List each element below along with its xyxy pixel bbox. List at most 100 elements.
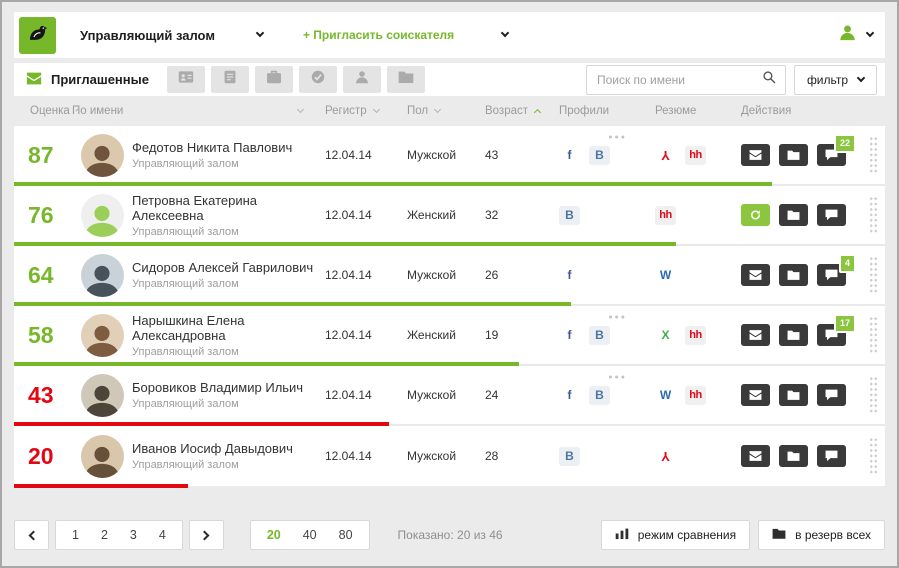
- app-logo[interactable]: [19, 16, 56, 54]
- mail-action-button[interactable]: [741, 324, 770, 346]
- chevron-down-icon: [255, 28, 265, 38]
- column-score[interactable]: Оценка: [14, 105, 80, 117]
- next-page-button[interactable]: [188, 520, 224, 550]
- refresh-action-button[interactable]: [741, 204, 770, 226]
- vacancy-dropdown[interactable]: Управляющий залом: [80, 28, 265, 43]
- drag-handle-icon[interactable]: [868, 196, 878, 234]
- tab-check[interactable]: [298, 66, 337, 93]
- candidate-name[interactable]: Петровна Екатерина Алексеевна: [132, 193, 325, 223]
- hh-icon[interactable]: hh: [685, 385, 706, 405]
- avatar[interactable]: [80, 434, 124, 478]
- chat-action-button[interactable]: [817, 384, 846, 406]
- resume-cell: W: [655, 246, 741, 304]
- compare-mode-button[interactable]: режим сравнения: [600, 520, 751, 550]
- table-row[interactable]: 76 Петровна Екатерина Алексеевна Управля…: [14, 186, 885, 246]
- facebook-icon[interactable]: f: [559, 146, 580, 165]
- page-size-option[interactable]: 80: [328, 528, 364, 542]
- avatar[interactable]: [80, 193, 124, 237]
- avatar[interactable]: [80, 133, 124, 177]
- filter-button[interactable]: фильтр: [793, 64, 877, 95]
- vk-icon[interactable]: B: [559, 446, 580, 466]
- page-button[interactable]: 4: [148, 528, 177, 542]
- pdf-file-icon[interactable]: Y: [655, 146, 676, 165]
- table-row[interactable]: 20 Иванов Иосиф Давыдович Управляющий за…: [14, 426, 885, 488]
- page-button[interactable]: 2: [90, 528, 119, 542]
- user-menu[interactable]: [839, 24, 875, 46]
- table-row[interactable]: 87 Федотов Никита Павлович Управляющий з…: [14, 126, 885, 186]
- candidate-name[interactable]: Сидоров Алексей Гаврилович: [132, 260, 325, 275]
- mail-action-button[interactable]: [741, 144, 770, 166]
- more-profiles-icon[interactable]: ●●●: [608, 314, 627, 321]
- table-row[interactable]: 58 Нарышкина Елена Александровна Управля…: [14, 306, 885, 366]
- tab-id-card[interactable]: [166, 66, 205, 93]
- drag-handle-icon[interactable]: [868, 256, 878, 294]
- candidate-name[interactable]: Нарышкина Елена Александровна: [132, 313, 325, 343]
- page-size-option[interactable]: 40: [292, 528, 328, 542]
- vk-icon[interactable]: B: [589, 385, 610, 405]
- column-age[interactable]: Возраст: [485, 105, 559, 117]
- tab-invited[interactable]: Приглашенные: [14, 63, 167, 96]
- excel-file-icon[interactable]: X: [655, 326, 676, 345]
- table-row[interactable]: 64 Сидоров Алексей Гаврилович Управляющи…: [14, 246, 885, 306]
- candidate-name[interactable]: Федотов Никита Павлович: [132, 140, 325, 155]
- chat-action-button[interactable]: 4: [817, 254, 856, 286]
- mail-action-button[interactable]: [741, 445, 770, 467]
- drag-handle-icon[interactable]: [868, 376, 878, 414]
- word-file-icon[interactable]: W: [655, 266, 676, 285]
- pdf-file-icon[interactable]: Y: [655, 447, 676, 466]
- more-profiles-icon[interactable]: ●●●: [608, 134, 627, 141]
- avatar[interactable]: [80, 373, 124, 417]
- tab-briefcase[interactable]: [254, 66, 293, 93]
- candidate-name[interactable]: Боровиков Владимир Ильич: [132, 380, 325, 395]
- mail-action-button[interactable]: [741, 264, 770, 286]
- folder-action-button[interactable]: [779, 264, 808, 286]
- bottom-bar: 1234 20 40 80 Показано: 20 из 46 режим сра…: [14, 520, 885, 550]
- column-name[interactable]: По имени: [72, 105, 325, 117]
- folder-action-button[interactable]: [779, 445, 808, 467]
- mail-action-button[interactable]: [741, 384, 770, 406]
- page-size-option[interactable]: 20: [256, 528, 292, 542]
- page-button[interactable]: 3: [119, 528, 148, 542]
- invite-dropdown[interactable]: [500, 28, 510, 38]
- search-icon[interactable]: [762, 70, 776, 89]
- word-file-icon[interactable]: W: [655, 386, 676, 405]
- more-profiles-icon[interactable]: ●●●: [608, 374, 627, 381]
- search-input[interactable]: [596, 72, 762, 87]
- table-row[interactable]: 43 Боровиков Владимир Ильич Управляющий …: [14, 366, 885, 426]
- vk-icon[interactable]: B: [589, 145, 610, 165]
- profiles-cell: ●●● f B: [559, 306, 655, 364]
- avatar[interactable]: [80, 313, 124, 357]
- avatar[interactable]: [80, 253, 124, 297]
- tab-folder[interactable]: [386, 66, 425, 93]
- folder-action-button[interactable]: [779, 204, 808, 226]
- folder-action-button[interactable]: [779, 324, 808, 346]
- invite-candidate-link[interactable]: + Пригласить соискателя: [303, 28, 454, 42]
- folder-action-button[interactable]: [779, 384, 808, 406]
- column-gender[interactable]: Пол: [407, 105, 485, 117]
- facebook-icon[interactable]: f: [559, 266, 580, 285]
- page-button[interactable]: 1: [61, 528, 90, 542]
- candidate-name[interactable]: Иванов Иосиф Давыдович: [132, 441, 325, 456]
- drag-handle-icon[interactable]: [868, 437, 878, 475]
- vk-icon[interactable]: B: [589, 325, 610, 345]
- prev-page-button[interactable]: [14, 520, 49, 550]
- handle-cell: [861, 196, 885, 234]
- facebook-icon[interactable]: f: [559, 386, 580, 405]
- chat-action-button[interactable]: 17: [817, 314, 856, 346]
- tab-person[interactable]: [342, 66, 381, 93]
- facebook-icon[interactable]: f: [559, 326, 580, 345]
- drag-handle-icon[interactable]: [868, 316, 878, 354]
- chat-action-button[interactable]: [817, 204, 846, 226]
- chat-action-button[interactable]: 22: [817, 134, 856, 166]
- age: 43: [485, 148, 499, 162]
- hh-icon[interactable]: hh: [655, 205, 676, 225]
- hh-icon[interactable]: hh: [685, 325, 706, 345]
- reserve-all-button[interactable]: в резерв всех: [758, 520, 885, 550]
- column-register[interactable]: Регистр: [325, 105, 407, 117]
- tab-document[interactable]: [210, 66, 249, 93]
- hh-icon[interactable]: hh: [685, 145, 706, 165]
- folder-action-button[interactable]: [779, 144, 808, 166]
- chat-action-button[interactable]: [817, 445, 846, 467]
- vk-icon[interactable]: B: [559, 205, 580, 225]
- drag-handle-icon[interactable]: [868, 136, 878, 174]
